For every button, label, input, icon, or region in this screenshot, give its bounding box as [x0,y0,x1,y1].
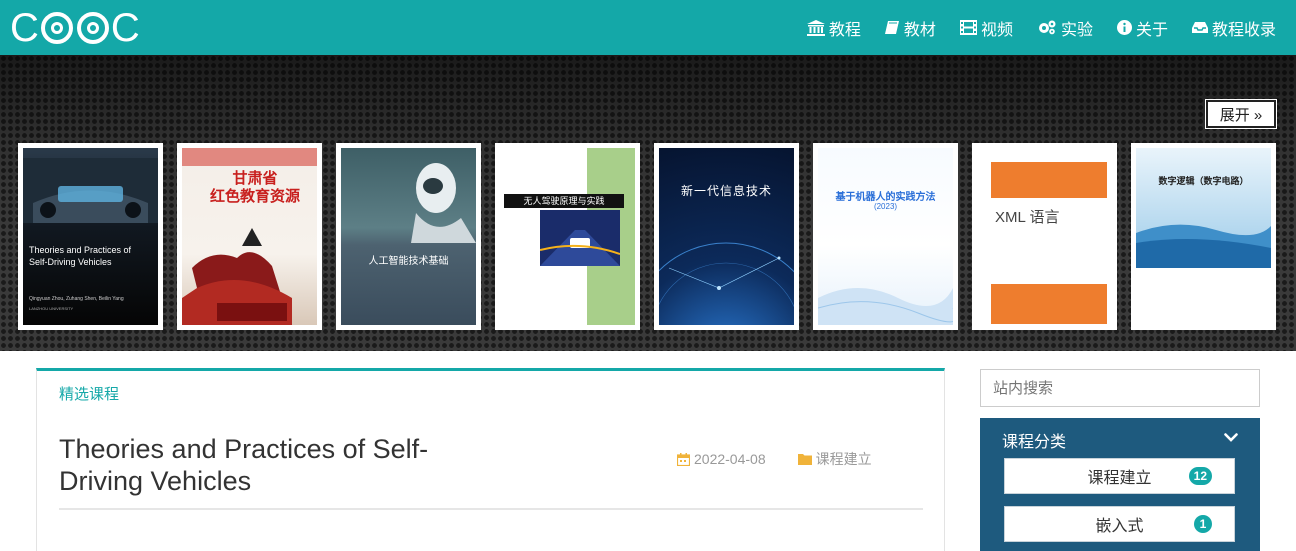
cover-publisher: LANZHOU UNIVERSITY [29,306,74,311]
category-item-course-build[interactable]: 课程建立 12 [1004,458,1235,494]
book-cover-autonomous-driving[interactable]: 无人驾驶原理与实践 [495,143,640,330]
divider [59,508,923,510]
book-cover-ai-basics[interactable]: 人工智能技术基础 [336,143,481,330]
nav-item-tutorials[interactable]: 教程 [806,16,861,40]
book-banner: 展开 » Theories and Practices of Self-Driv… [0,55,1296,351]
book-cover-xml[interactable]: XML 语言 [972,143,1117,330]
book-cover-robot-practice[interactable]: 基于机器人的实践方法 (2023) [813,143,958,330]
post-date: 2022-04-08 [677,449,766,469]
bank-icon [806,19,825,36]
film-icon [959,20,977,35]
folder-icon [797,454,812,465]
nav-item-label: 关于 [1135,21,1168,39]
featured-course-card: 精选课程 Theories and Practices of Self-Driv… [36,368,945,551]
road-car-image [540,210,620,266]
cover-title: 甘肃省 红色教育资源 [209,170,300,205]
post-title[interactable]: Theories and Practices of Self-Driving V… [59,433,479,497]
nav-item-label: 实验 [1060,21,1093,39]
calendar-icon [677,452,690,466]
cover-title: XML 语言 [995,209,1060,226]
car-dashboard-image [23,158,158,223]
nav-item-label: 视频 [980,21,1013,39]
logo-eye-icon [76,12,109,44]
globe-network-image [659,242,794,308]
chevron-down-icon[interactable] [1224,430,1238,448]
nav-item-label: 教程收录 [1211,21,1276,39]
cogs-icon [1038,20,1056,35]
count-badge: 12 [1188,467,1212,485]
cover-title: 人工智能技术基础 [368,256,449,267]
cover-title: 数字逻辑（数字电路） [1158,176,1249,186]
section-label: 精选课程 [59,386,120,403]
cover-title: 新一代信息技术 [680,184,772,198]
category-header: 课程分类 [1002,434,1067,451]
count-badge: 1 [1194,515,1212,533]
nav-item-label: 教材 [903,21,936,39]
category-label: 课程建立 [1087,470,1152,487]
top-navbar: C C 教程 教材 视频 实验 关于 教程收录 [0,0,1296,55]
cover-title: 基于机器人的实践方法 [835,192,936,203]
nav-item-experiments[interactable]: 实验 [1037,16,1093,40]
nav-item-about[interactable]: 关于 [1116,16,1168,40]
nav-item-textbooks[interactable]: 教材 [884,16,936,40]
expand-button[interactable]: 展开 » [1205,99,1277,129]
cover-title: 无人驾驶原理与实践 [504,194,624,208]
main-nav: 教程 教材 视频 实验 关于 教程收录 [783,0,1276,55]
site-logo[interactable]: C C [10,6,140,50]
book-cover-gansu-red-education[interactable]: 甘肃省 红色教育资源 [177,143,322,330]
cover-authors: Qingyuan Zhou, Zuhang Shen, Beilin Yang [29,296,124,302]
nav-item-tutorial-submission[interactable]: 教程收录 [1191,16,1276,40]
robot-head-image [411,163,476,243]
cover-title: Theories and Practices of Self-Driving V… [29,245,132,267]
nav-item-videos[interactable]: 视频 [959,16,1013,40]
book-cover-self-driving[interactable]: Theories and Practices of Self-Driving V… [18,143,163,330]
sky-sea-image [1136,148,1271,268]
site-search-input[interactable] [980,369,1260,407]
logo-letter-c: C [10,6,39,50]
logo-letter-c: C [110,6,140,50]
nav-item-label: 教程 [828,21,861,39]
info-circle-icon [1116,20,1132,35]
post-category[interactable]: 课程建立 [797,449,872,469]
inbox-icon [1191,22,1208,33]
wave-pattern-image [818,288,953,325]
category-item-embedded[interactable]: 嵌入式 1 [1004,506,1235,542]
book-icon [884,21,899,34]
category-panel: 课程分类 课程建立 12 嵌入式 1 [980,418,1260,551]
book-cover-digital-logic[interactable]: 数字逻辑（数字电路） [1131,143,1276,330]
cover-subtitle: (2023) [873,202,898,211]
book-cover-new-generation-it[interactable]: 新一代信息技术 [654,143,799,330]
category-label: 嵌入式 [1095,518,1144,535]
cover-list: Theories and Practices of Self-Driving V… [18,143,1276,330]
post-meta: 2022-04-08 课程建立 [677,449,904,469]
logo-eye-icon [40,12,73,44]
